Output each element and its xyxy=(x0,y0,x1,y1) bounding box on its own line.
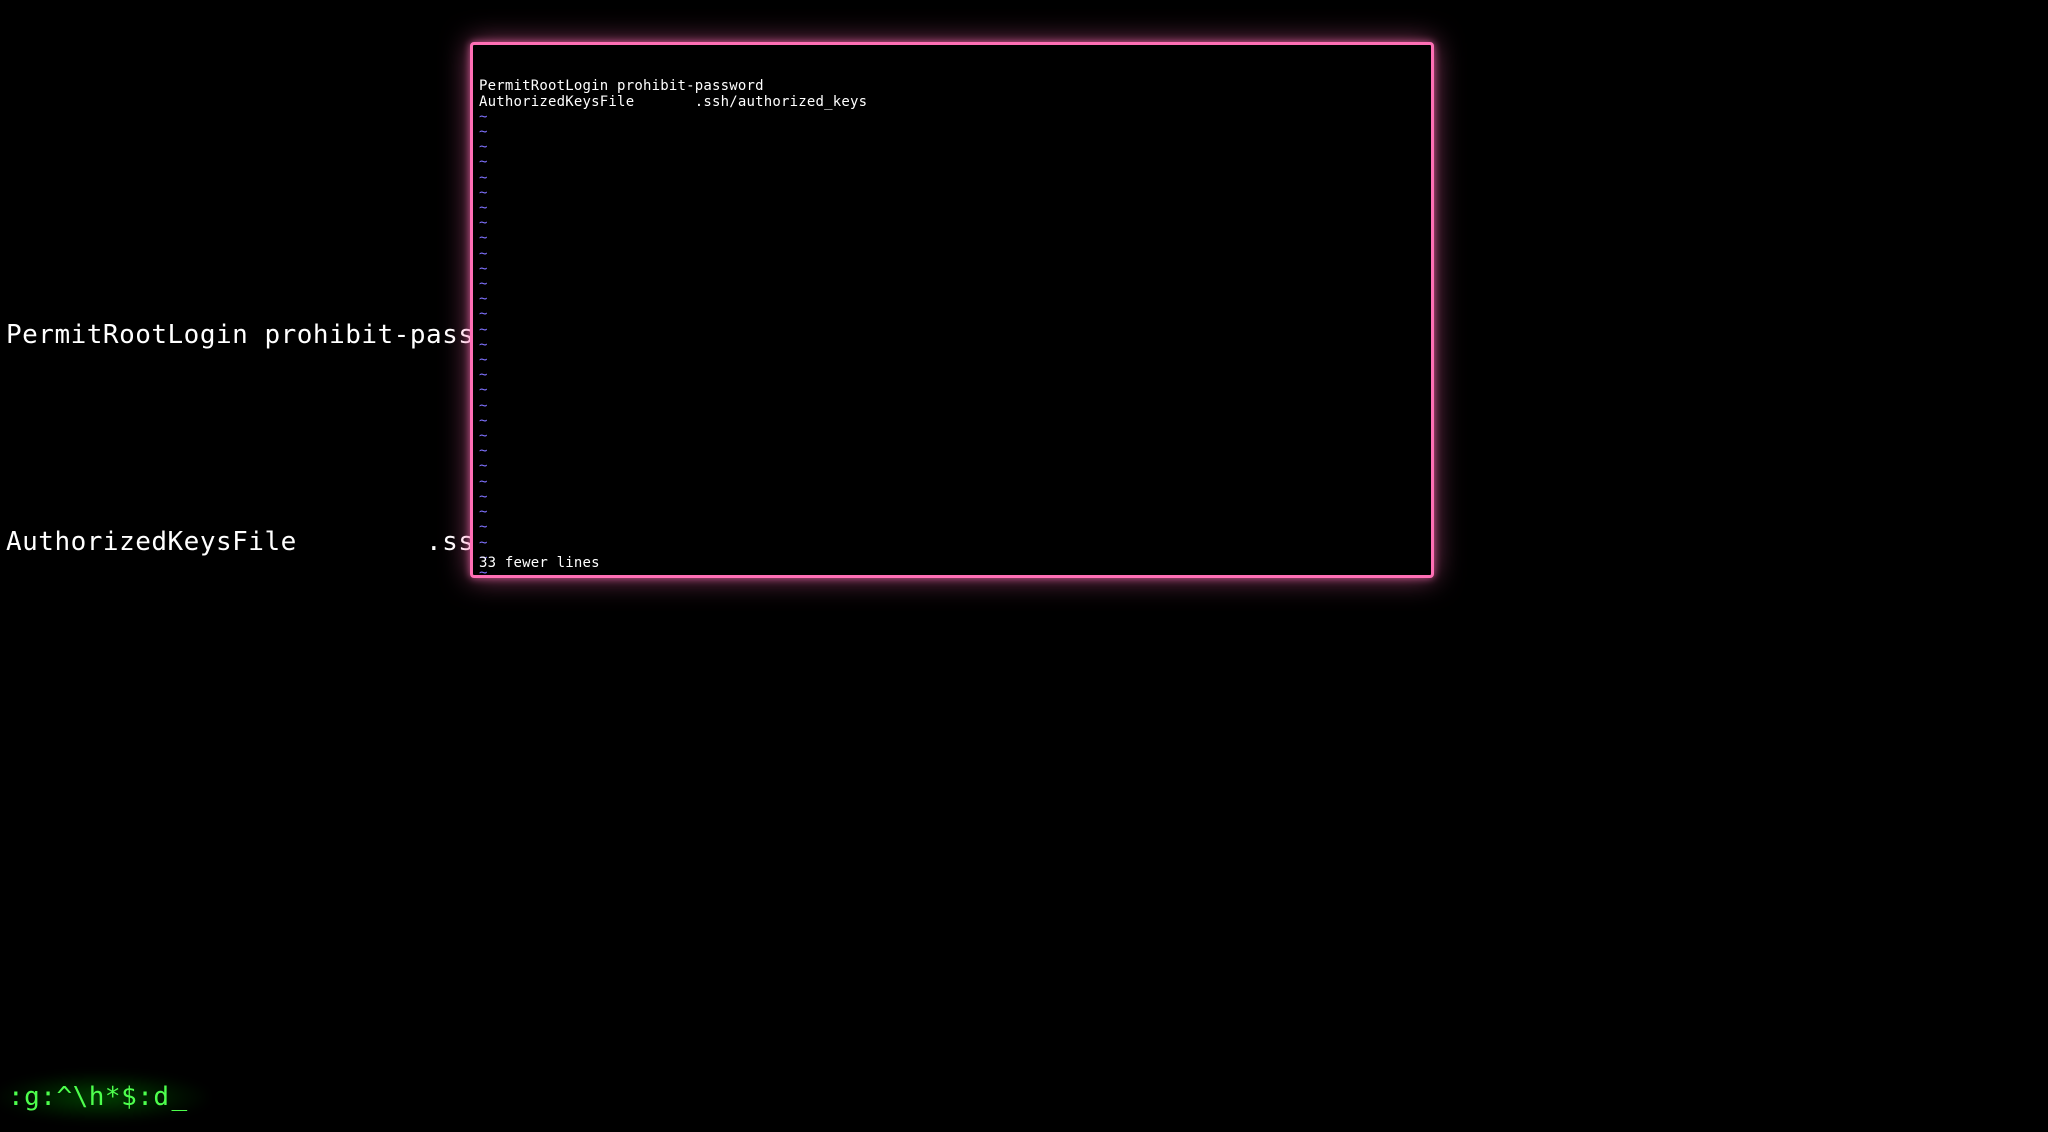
editor-status-message: 33 fewer lines xyxy=(479,556,600,571)
editor-empty-line-tilde: ~ xyxy=(479,277,1425,292)
background-config-line-1: PermitRootLogin prohibit-password xyxy=(6,320,539,350)
editor-empty-line-tilde: ~ xyxy=(479,459,1425,474)
editor-empty-line-tilde: ~ xyxy=(479,353,1425,368)
editor-empty-line-tilde: ~ xyxy=(479,399,1425,414)
cursor-icon: _ xyxy=(172,1082,188,1112)
editor-buffer: PermitRootLogin prohibit-passwordAuthori… xyxy=(479,79,1425,581)
editor-empty-line-tilde: ~ xyxy=(479,155,1425,170)
editor-empty-line-tilde: ~ xyxy=(479,490,1425,505)
editor-empty-line-tilde: ~ xyxy=(479,429,1425,444)
editor-empty-line-tilde: ~ xyxy=(479,216,1425,231)
editor-empty-line-tilde: ~ xyxy=(479,475,1425,490)
editor-empty-line-tilde: ~ xyxy=(479,444,1425,459)
editor-empty-line-tilde: ~ xyxy=(479,140,1425,155)
editor-empty-line-tilde: ~ xyxy=(479,186,1425,201)
editor-file-line: AuthorizedKeysFile .ssh/authorized_keys xyxy=(479,95,1425,110)
editor-file-line: PermitRootLogin prohibit-password xyxy=(479,79,1425,94)
editor-empty-line-tilde: ~ xyxy=(479,414,1425,429)
editor-overlay[interactable]: PermitRootLogin prohibit-passwordAuthori… xyxy=(470,42,1434,578)
editor-empty-line-tilde: ~ xyxy=(479,323,1425,338)
editor-empty-line-tilde: ~ xyxy=(479,536,1425,551)
editor-empty-line-tilde: ~ xyxy=(479,338,1425,353)
editor-empty-line-tilde: ~ xyxy=(479,125,1425,140)
editor-empty-line-tilde: ~ xyxy=(479,505,1425,520)
editor-empty-line-tilde: ~ xyxy=(479,307,1425,322)
editor-empty-line-tilde: ~ xyxy=(479,110,1425,125)
editor-empty-line-tilde: ~ xyxy=(479,201,1425,216)
editor-empty-line-tilde: ~ xyxy=(479,551,1425,566)
editor-empty-line-tilde: ~ xyxy=(479,231,1425,246)
command-line[interactable]: :g:^\h*$:d_ xyxy=(8,1082,188,1112)
editor-empty-line-tilde: ~ xyxy=(479,247,1425,262)
editor-empty-line-tilde: ~ xyxy=(479,383,1425,398)
editor-empty-line-tilde: ~ xyxy=(479,520,1425,535)
command-text: :g:^\h*$:d xyxy=(8,1082,170,1112)
editor-empty-line-tilde: ~ xyxy=(479,292,1425,307)
editor-empty-line-tilde: ~ xyxy=(479,566,1425,581)
editor-empty-line-tilde: ~ xyxy=(479,171,1425,186)
editor-empty-line-tilde: ~ xyxy=(479,368,1425,383)
editor-empty-line-tilde: ~ xyxy=(479,262,1425,277)
